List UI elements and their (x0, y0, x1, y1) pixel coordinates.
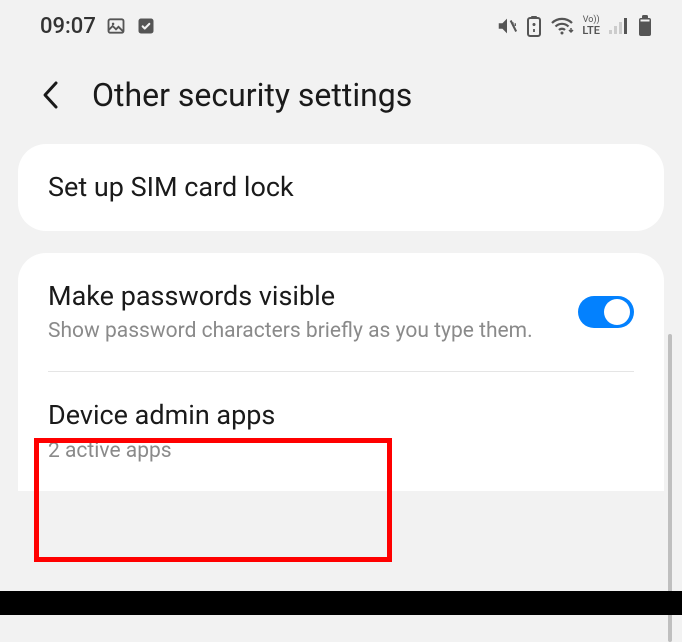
status-bar: 09:07 (0, 0, 682, 48)
device-admin-apps-item[interactable]: Device admin apps 2 active apps (18, 372, 664, 490)
list-item-content: Device admin apps 2 active apps (48, 398, 634, 464)
checkbox-icon (136, 16, 156, 36)
page-header: Other security settings (0, 48, 682, 144)
bottom-edge (0, 591, 682, 615)
device-admin-title: Device admin apps (48, 398, 634, 433)
card-security-options: Make passwords visible Show password cha… (18, 253, 664, 491)
content-area: Set up SIM card lock Make passwords visi… (0, 144, 682, 491)
battery-saver-icon (526, 15, 542, 37)
status-right-group: Vo)) LTE (496, 15, 652, 37)
device-admin-subtitle: 2 active apps (48, 438, 634, 465)
status-left-group: 09:07 (40, 14, 156, 39)
passwords-visible-subtitle: Show password characters briefly as you … (48, 318, 558, 345)
signal-icon (608, 17, 630, 35)
mute-vibrate-icon (496, 15, 518, 37)
page-title: Other security settings (92, 76, 412, 114)
wifi-icon (550, 16, 574, 36)
passwords-visible-toggle[interactable] (578, 296, 634, 328)
passwords-visible-item[interactable]: Make passwords visible Show password cha… (18, 253, 664, 371)
back-button[interactable] (40, 79, 62, 111)
sim-card-lock-item[interactable]: Set up SIM card lock (18, 144, 664, 231)
status-time: 09:07 (40, 14, 96, 39)
volte-indicator: Vo)) LTE (582, 16, 600, 36)
list-item-content: Set up SIM card lock (48, 170, 634, 205)
passwords-visible-title: Make passwords visible (48, 279, 558, 314)
battery-icon (638, 15, 652, 37)
card-sim-lock: Set up SIM card lock (18, 144, 664, 231)
image-icon (106, 16, 126, 36)
list-item-content: Make passwords visible Show password cha… (48, 279, 558, 345)
toggle-knob (604, 299, 630, 325)
sim-lock-title: Set up SIM card lock (48, 170, 634, 205)
